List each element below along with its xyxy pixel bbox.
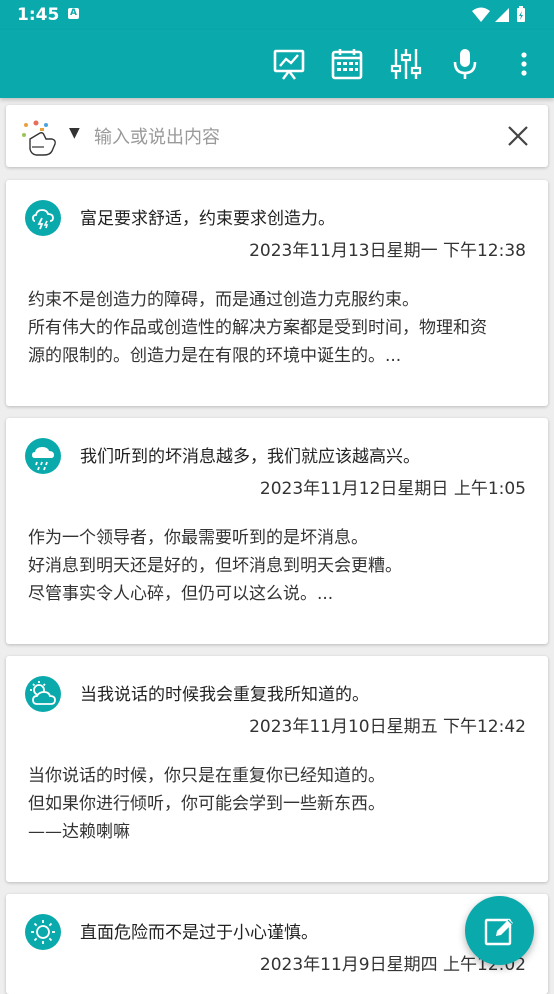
signal-icon [495,8,509,22]
sliders-icon[interactable] [388,46,424,82]
entry-body-line: 但如果你进行倾听，你可能会学到一些新东西。 [28,794,385,814]
rain-icon [25,438,61,474]
dropdown-caret-icon[interactable]: ▼ [69,125,80,141]
entry-body-line: 约束不是创造力的障碍，而是通过创造力克服约束。 [28,290,419,310]
entry-title: 我们听到的坏消息越多，我们就应该越高兴。 [80,447,420,467]
entry-date: 2023年11月13日星期一 下午12:38 [249,241,526,261]
entry-body: 当你说话的时候，你只是在重复你已经知道的。 但如果你进行倾听，你可能会学到一些新… [28,762,533,846]
sunny-icon [25,914,61,950]
calendar-icon[interactable] [329,46,365,82]
battery-icon [517,6,525,22]
hand-sparkle-icon[interactable] [16,117,64,157]
status-icons [470,6,540,28]
entry-body-line: 源的限制的。创造力是在有限的环境中诞生的。... [28,346,402,366]
diary-entry-card[interactable]: 直面危险而不是过于小心谨慎。 2023年11月9日星期四 上午12:02 [6,894,548,994]
entry-body: 约束不是创造力的障碍，而是通过创造力克服约束。 所有伟大的作品或创造性的解决方案… [28,286,533,370]
entry-body-line: 所有伟大的作品或创造性的解决方案都是受到时间，物理和资 [28,318,487,338]
more-vert-icon[interactable] [506,46,542,82]
notification-badge-icon: A [68,8,79,19]
entry-body-line: 好消息到明天还是好的，但坏消息到明天会更糟。 [28,556,402,576]
entry-date: 2023年11月12日星期日 上午1:05 [259,479,526,499]
search-input[interactable] [92,119,476,155]
entry-body-line: 作为一个领导者，你最需要听到的是坏消息。 [28,528,368,548]
entry-body-line: 尽管事实令人心碎，但仍可以这么说。... [28,584,334,604]
entry-title: 当我说话的时候我会重复我所知道的。 [80,685,369,705]
entry-date: 2023年11月10日星期五 下午12:42 [249,717,526,737]
diary-entry-card[interactable]: 富足要求舒适，约束要求创造力。 2023年11月13日星期一 下午12:38 约… [6,180,548,406]
diary-entry-card[interactable]: 当我说话的时候我会重复我所知道的。 2023年11月10日星期五 下午12:42… [6,656,548,882]
status-bar: 1:45 A [0,0,554,30]
app-toolbar [0,30,554,98]
new-entry-button[interactable] [465,896,534,965]
thunderstorm-icon [25,200,61,236]
entry-body: 作为一个领导者，你最需要听到的是坏消息。 好消息到明天还是好的，但坏消息到明天会… [28,524,533,608]
status-time: 1:45 [17,5,60,25]
entry-body-line: ——达赖喇嘛 [28,822,130,842]
entry-title: 直面危险而不是过于小心谨慎。 [80,923,318,943]
wifi-icon [472,7,490,22]
diary-entry-card[interactable]: 我们听到的坏消息越多，我们就应该越高兴。 2023年11月12日星期日 上午1:… [6,418,548,644]
entry-body-line: 当你说话的时候，你只是在重复你已经知道的。 [28,766,385,786]
partly-cloudy-icon [25,676,61,712]
edit-note-icon [484,918,513,946]
microphone-icon[interactable] [447,46,483,82]
close-icon[interactable] [506,124,530,148]
chart-screen-icon[interactable] [271,46,307,82]
entry-title: 富足要求舒适，约束要求创造力。 [80,209,335,229]
search-bar: ▼ [6,105,548,167]
